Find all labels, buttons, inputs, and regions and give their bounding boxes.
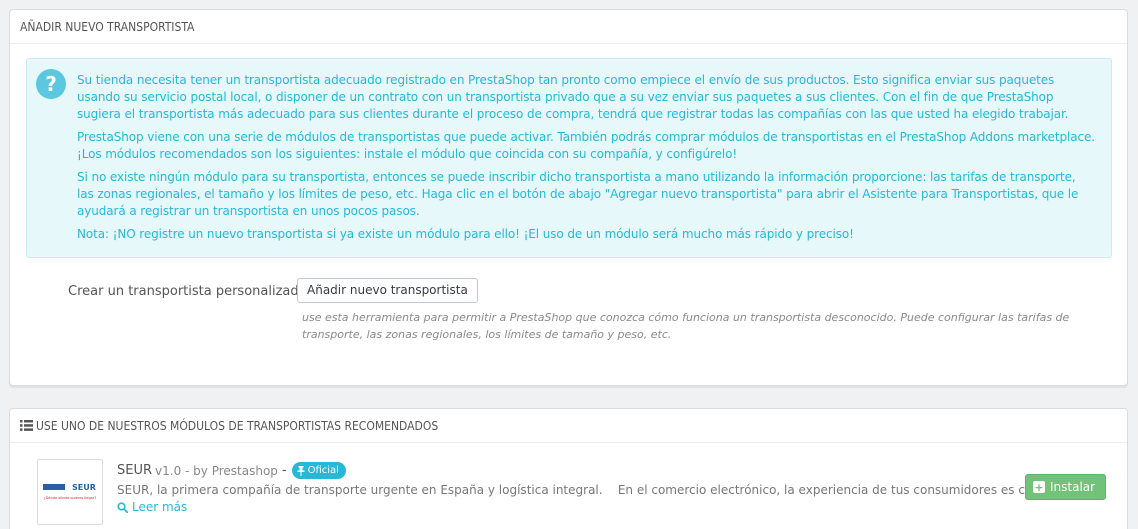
module-title: SEUR	[117, 463, 153, 478]
add-new-carrier-button[interactable]: Añadir nuevo transportista	[297, 278, 478, 303]
panel-heading: AÑADIR NUEVO TRANSPORTISTA	[10, 10, 1127, 44]
module-name: SEUR v1.0 - by Prestashop - Oficial	[117, 462, 346, 479]
read-more-label: Leer más	[132, 500, 188, 514]
module-version: v1.0 - by Prestashop	[155, 463, 278, 478]
install-button[interactable]: + Instalar	[1025, 474, 1107, 500]
panel-title: USE UNO DE NUESTROS MÓDULOS DE TRANSPORT…	[36, 418, 439, 433]
info-paragraph: Su tienda necesita tener un transportist…	[77, 73, 1069, 121]
search-icon	[117, 501, 128, 513]
svg-text:SEUR: SEUR	[72, 483, 96, 492]
module-description: SEUR, la primera compañía de transporte …	[117, 483, 1051, 497]
seur-logo: SEUR ¿Dónde dónde quieres llegar?	[37, 459, 103, 525]
official-badge: Oficial	[291, 462, 346, 479]
svg-text:¿Dónde dónde quieres llegar?: ¿Dónde dónde quieres llegar?	[44, 496, 96, 500]
info-paragraph: Nota: ¡NO registre un nuevo transportist…	[77, 227, 854, 241]
module-row: SEUR ¿Dónde dónde quieres llegar? SEUR v…	[37, 459, 1117, 525]
recommended-modules-panel: USE UNO DE NUESTROS MÓDULOS DE TRANSPORT…	[9, 408, 1128, 529]
install-label: Instalar	[1050, 480, 1096, 494]
panel-heading: USE UNO DE NUESTROS MÓDULOS DE TRANSPORT…	[10, 409, 1127, 443]
help-text: use esta herramienta para permitir a Pre…	[302, 311, 1070, 341]
svg-text:?: ?	[45, 72, 57, 96]
panel-title: AÑADIR NUEVO TRANSPORTISTA	[20, 19, 195, 34]
info-paragraph: Si no existe ningún módulo para su trans…	[77, 170, 1079, 218]
pin-icon	[297, 465, 305, 476]
module-separator: -	[281, 463, 287, 478]
info-paragraph: PrestaShop viene con una serie de módulo…	[77, 130, 1095, 161]
info-alert: ? Su tienda necesita tener un transporti…	[26, 58, 1112, 258]
read-more-link[interactable]: Leer más	[117, 500, 187, 514]
plus-square-icon: +	[1033, 480, 1045, 494]
question-circle-icon: ?	[36, 69, 66, 99]
add-carrier-panel: AÑADIR NUEVO TRANSPORTISTA ? Su tienda n…	[9, 9, 1128, 386]
list-icon	[20, 420, 33, 431]
custom-carrier-label: Crear un transportista personalizado	[68, 284, 307, 299]
badge-label: Oficial	[307, 465, 339, 476]
